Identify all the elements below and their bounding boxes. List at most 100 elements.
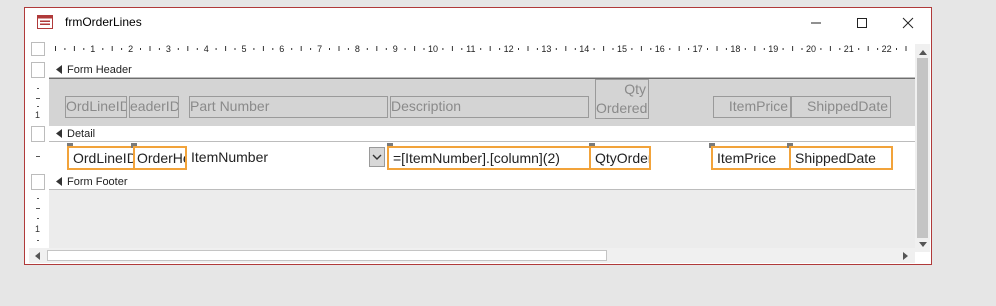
ruler-tick: [518, 48, 519, 50]
vertical-ruler[interactable]: 1 1: [31, 62, 45, 248]
ruler-tick: [215, 48, 217, 50]
ruler-tick: [385, 48, 387, 50]
maximize-button[interactable]: [839, 8, 885, 37]
ruler-tick: [489, 46, 491, 51]
ruler-tick: [527, 46, 529, 51]
label-qty-ordered[interactable]: Qty Ordered: [595, 79, 649, 119]
ruler-tick: [366, 48, 368, 50]
ruler-tick: [754, 46, 756, 51]
textbox-itemprice[interactable]: ItemPrice: [711, 146, 791, 170]
ruler-tick: [829, 46, 831, 51]
ruler-tick: [83, 48, 85, 50]
close-button[interactable]: [885, 8, 931, 37]
ruler-number: 8: [355, 44, 360, 54]
label-orderheaderid[interactable]: eaderID: [129, 96, 179, 118]
ruler-tick: [262, 46, 264, 51]
scroll-left-button[interactable]: [29, 248, 44, 263]
ruler-tick: [593, 48, 595, 50]
label-description[interactable]: Description: [390, 96, 589, 118]
vertical-scrollbar[interactable]: [915, 44, 930, 252]
ruler-tick: [839, 48, 841, 50]
ruler-tick: [877, 48, 879, 50]
ruler-tick: [499, 48, 501, 50]
ruler-tick: [820, 48, 822, 50]
label-itemprice[interactable]: ItemPrice: [713, 96, 791, 118]
ruler-tick: [149, 46, 151, 51]
ruler-tick: [792, 46, 794, 51]
textbox-ordlineid[interactable]: OrdLineID: [67, 146, 135, 170]
label-qty-line2: Ordered: [596, 100, 648, 116]
ruler-tick: [536, 48, 538, 50]
ruler-tick: [905, 46, 907, 51]
combobox-itemnumber[interactable]: ItemNumber: [189, 147, 385, 169]
window-title: frmOrderLines: [65, 15, 142, 29]
ruler-tick: [574, 48, 576, 50]
form-icon: [37, 15, 53, 29]
ruler-tick: [442, 48, 444, 50]
ruler-tick: [272, 48, 274, 50]
ruler-tick: [867, 46, 869, 51]
textbox-shippeddate[interactable]: ShippedDate: [789, 146, 893, 170]
form-footer-label: Form Footer: [67, 176, 128, 188]
ruler-number: 18: [730, 44, 740, 54]
textbox-qtyordered[interactable]: QtyOrder: [589, 146, 651, 170]
form-footer-section[interactable]: [49, 190, 915, 248]
title-bar[interactable]: frmOrderLines: [25, 8, 931, 37]
textbox-description-expr[interactable]: =[ItemNumber].[column](2): [387, 146, 591, 170]
detail-label: Detail: [67, 128, 96, 140]
textbox-orderheaderid[interactable]: OrderHe: [133, 146, 187, 170]
ruler-number: 1: [90, 44, 95, 54]
ruler-tick: [140, 48, 141, 50]
ruler-tick: [612, 48, 614, 50]
label-part-number[interactable]: Part Number: [189, 96, 388, 118]
detail-bar[interactable]: Detail: [49, 126, 915, 142]
ruler-tick: [234, 48, 236, 50]
arrow-up-icon: [918, 49, 927, 55]
combo-dropdown-button[interactable]: [369, 147, 385, 167]
ruler-tick: [187, 46, 189, 51]
horizontal-scroll-thumb[interactable]: [47, 250, 607, 261]
ruler-tick: [480, 48, 482, 50]
label-shippeddate[interactable]: ShippedDate: [791, 96, 891, 118]
vruler-header-bar: [31, 62, 45, 78]
form-header-bar[interactable]: Form Header: [49, 62, 915, 78]
ruler-tick: [300, 46, 302, 51]
ruler-tick: [404, 48, 406, 50]
form-selector[interactable]: [31, 42, 45, 56]
label-ordlineid[interactable]: OrdLineID: [65, 96, 127, 118]
ruler-tick: [196, 48, 198, 50]
scroll-down-button[interactable]: [915, 237, 930, 252]
form-header-label: Form Header: [67, 64, 132, 76]
vertical-scroll-thumb[interactable]: [917, 58, 928, 238]
ruler-number: 2: [128, 44, 133, 54]
ruler-number: 3: [166, 44, 171, 54]
ruler-number: 20: [806, 44, 816, 54]
ruler-number: 15: [617, 44, 627, 54]
horizontal-scrollbar[interactable]: [29, 248, 915, 263]
form-footer-bar[interactable]: Form Footer: [49, 174, 915, 190]
ruler-tick: [716, 46, 718, 51]
detail-section[interactable]: OrdLineID OrderHe ItemNumber =[ItemNumbe…: [49, 142, 915, 174]
label-qty-line1: Qty: [624, 81, 646, 97]
ruler-number: 11: [466, 44, 475, 54]
form-header-section[interactable]: OrdLineID eaderID Part Number Descriptio…: [49, 78, 915, 126]
vruler-detail-bar: [31, 126, 45, 142]
ruler-tick: [177, 48, 179, 50]
ruler-number: 12: [504, 44, 514, 54]
ruler-tick: [565, 46, 567, 51]
scroll-up-button[interactable]: [915, 44, 930, 59]
ruler-tick: [461, 48, 463, 50]
ruler-tick: [102, 48, 104, 50]
ruler-tick: [650, 48, 652, 50]
ruler-tick: [451, 46, 453, 51]
vruler-detail-area: [31, 144, 45, 174]
horizontal-ruler[interactable]: 1 2 3 4 5 6 7 8 9 10 11 12 13 14 15 16 17 18 19 20 21 22: [49, 40, 915, 60]
ruler-tick: [555, 48, 557, 50]
arrow-right-icon: [902, 251, 908, 260]
chevron-down-icon: [372, 154, 382, 160]
ruler-tick: [55, 46, 56, 51]
ruler-ticks: 1 2 3 4 5 6 7 8 9 10 11 12 13 14 15 16 17 18 19 20 21 22: [55, 44, 907, 54]
minimize-button[interactable]: [793, 8, 839, 37]
section-arrow-icon: [56, 177, 62, 186]
scroll-right-button[interactable]: [898, 248, 913, 263]
